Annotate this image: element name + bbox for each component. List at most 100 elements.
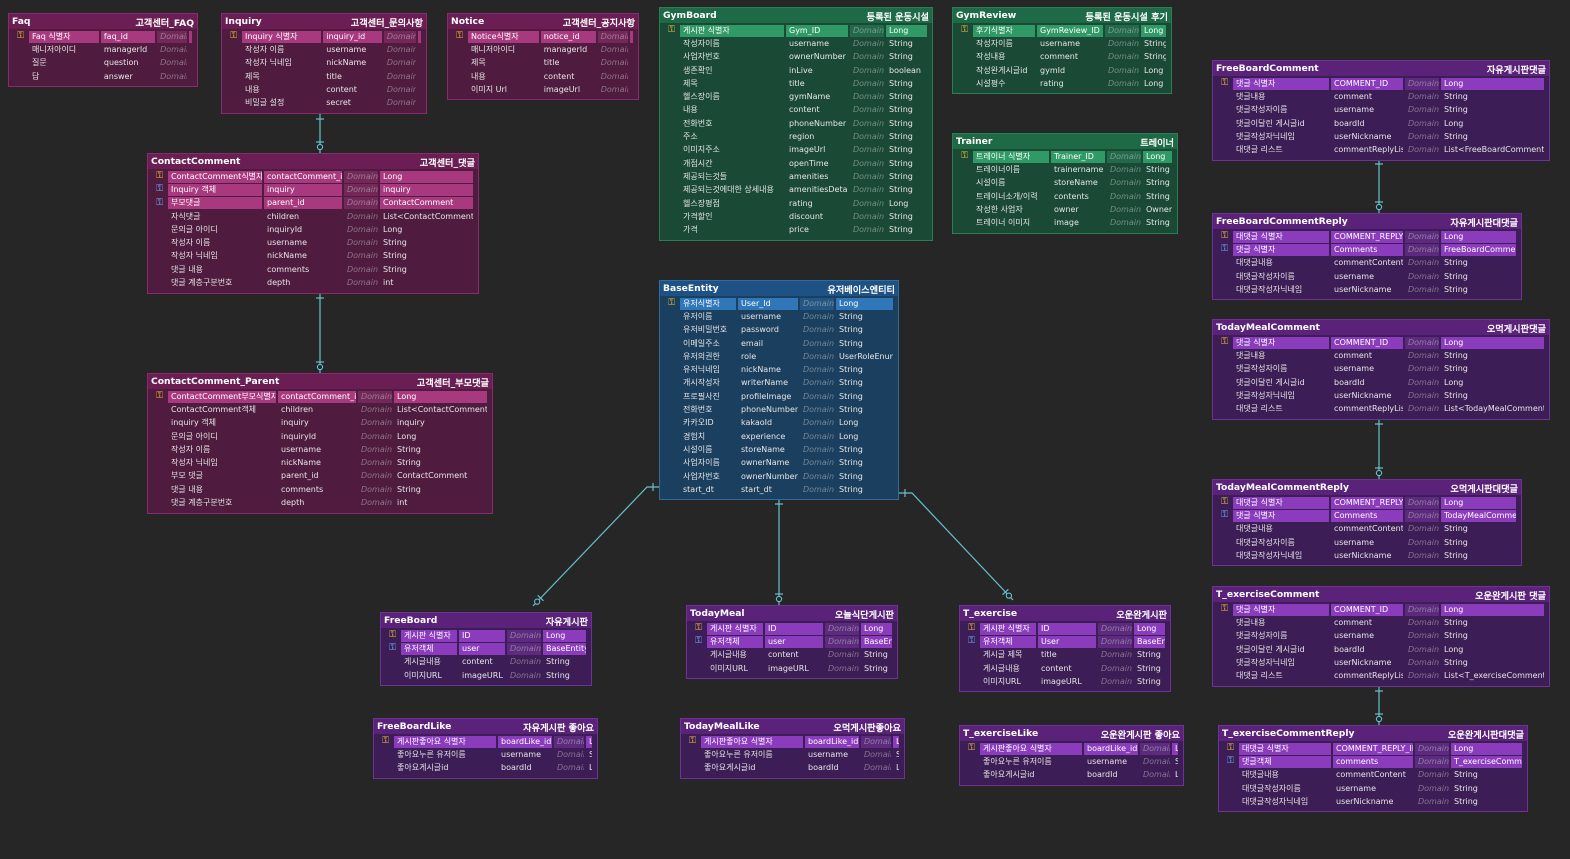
attribute-row[interactable]: ⚿ 게시판 식별자 ID Domain Long xyxy=(963,622,1167,635)
attribute-row[interactable]: 유저의권한 role Domain UserRoleEnum xyxy=(663,350,895,363)
entity-freeboardlike[interactable]: FreeBoardLike 자유게시판 좋아요 ⚿ 게시판좋아요 식별자 boardLi… xyxy=(373,718,598,779)
entity-notice[interactable]: Notice고객센터_공지사항⚿Notice식별자notice_idDomain… xyxy=(447,13,639,101)
attribute-row[interactable]: ⚿ 댓글 식별자 COMMENT_ID Domain Long xyxy=(1216,336,1546,349)
attribute-row[interactable]: 시설평수 rating Domain Long xyxy=(956,77,1168,90)
attribute-row[interactable]: 좋아요게시글id boardId Domain Long xyxy=(684,762,901,775)
entity-gymreview[interactable]: GymReview 등록된 운동시설 후기 ⚿ 후기식별자 GymReview_ID Do… xyxy=(952,7,1172,95)
attribute-row[interactable]: 댓글 내용 comments Domain String xyxy=(151,483,489,496)
entity-header[interactable]: TodayMealComment 오먹게시판댓글 xyxy=(1213,320,1549,335)
attribute-row[interactable]: 좋아요누른 유저이름 username Domain String xyxy=(684,748,901,761)
attribute-row[interactable]: ⚿ Notice식별자notice_idDomainLong xyxy=(451,30,635,43)
attribute-row[interactable]: 작성한 사업자 owner Domain Owner xyxy=(956,203,1174,216)
attribute-row[interactable]: 자식댓글 children Domain List<ContactComment> xyxy=(151,210,475,223)
attribute-row[interactable]: 댓글 계층구분번호 depth Domain int xyxy=(151,496,489,509)
entity-header[interactable]: T_exerciseComment 오운완게시판 댓글 xyxy=(1213,587,1549,602)
entity-header[interactable]: FreeBoardCommentReply 자유게시판대댓글 xyxy=(1213,214,1521,229)
attribute-row[interactable]: start_dt start_dt Domain String xyxy=(663,483,895,496)
attribute-row[interactable]: 유저비밀번호 password Domain String xyxy=(663,324,895,337)
attribute-row[interactable]: 제목titleDomainString xyxy=(451,57,635,70)
attribute-row[interactable]: 댓글이달린 게시글id boardId Domain Long xyxy=(1216,376,1546,389)
attribute-row[interactable]: 비밀글 설정 secret DomainBoolean xyxy=(225,96,423,109)
attribute-row[interactable]: 가격 price Domain String xyxy=(663,223,929,236)
attribute-row[interactable]: ⚿ 댓글 식별자 COMMENT_ID Domain Long xyxy=(1216,603,1546,616)
attribute-row[interactable]: 작성자이름 username Domain String xyxy=(663,37,929,50)
entity-todaymeallike[interactable]: TodayMealLike 오먹게시판좋아요 ⚿ 게시판좋아요 식별자 boardLik… xyxy=(680,718,905,779)
attribute-row[interactable]: 트레이너소개/이력 contents Domain String xyxy=(956,190,1174,203)
attribute-row[interactable]: 프로필사진 profileImage Domain String xyxy=(663,390,895,403)
entity-baseentity[interactable]: BaseEntity 유저베이스엔티티 ⚿ 유저식별자 User_Id Domain Lon… xyxy=(659,280,899,501)
attribute-row[interactable]: 댓글 내용 comments Domain String xyxy=(151,263,475,276)
attribute-row[interactable]: 대댓글작성자이름 username Domain String xyxy=(1216,270,1518,283)
attribute-row[interactable]: ⚿ Inquiry 식별자inquiry_idDomainLong xyxy=(225,30,423,43)
attribute-row[interactable]: 질문 question DomainString xyxy=(12,57,194,70)
entity-todaymealcomment[interactable]: TodayMealComment 오먹게시판댓글 ⚿ 댓글 식별자 COMMENT_ID… xyxy=(1212,319,1550,420)
attribute-row[interactable]: ⚿ 댓글 식별자 COMMENT_ID Domain Long xyxy=(1216,77,1546,90)
attribute-row[interactable]: 이미지URL imageURL Domain String xyxy=(690,662,894,675)
attribute-row[interactable]: 가격할인 discount Domain String xyxy=(663,210,929,223)
attribute-row[interactable]: 대댓글내용 commentContent Domain String xyxy=(1222,769,1524,782)
entity-header[interactable]: ContactComment 고객센터_댓글 xyxy=(148,154,478,169)
attribute-row[interactable]: 제목titleDomainString xyxy=(663,77,929,90)
attribute-row[interactable]: ⚿ 댓글객체commentsDomainT_exerciseComment xyxy=(1222,755,1524,768)
entity-gymboard[interactable]: GymBoard 등록된 운동시설 ⚿ 게시판 식별자 Gym_ID Domain Long… xyxy=(659,7,933,241)
attribute-row[interactable]: 시설이름 storeName Domain String xyxy=(663,443,895,456)
attribute-row[interactable]: 개점시간 openTime Domain String xyxy=(663,157,929,170)
entity-header[interactable]: Notice 고객센터_공지사항 xyxy=(448,14,638,29)
attribute-row[interactable]: 댓글작성자닉네임 userNickname Domain String xyxy=(1216,389,1546,402)
attribute-row[interactable]: 경험치 experience Domain Long xyxy=(663,430,895,443)
attribute-row[interactable]: 대댓글 리스트 commentReplyList Domain List<TodayM… xyxy=(1216,402,1546,415)
attribute-row[interactable]: 작성자 이름 username Domain String xyxy=(151,443,489,456)
attribute-row[interactable]: ⚿ 게시판 식별자 ID Domain Long xyxy=(384,629,588,642)
attribute-row[interactable]: 댓글작성자닉네임 userNickname Domain String xyxy=(1216,656,1546,669)
attribute-row[interactable]: ⚿ ContactComment부모식별자 contactComment_id Dom… xyxy=(151,390,489,403)
entity-texercise[interactable]: T_exercise 오운완게시판 ⚿ 게시판 식별자 ID Domain Long ⚿ 유저객… xyxy=(959,605,1171,693)
attribute-row[interactable]: 사업자번호 ownerNumber Domain String xyxy=(663,51,929,64)
attribute-row[interactable]: 댓글이달린 게시글id boardId Domain Long xyxy=(1216,643,1546,656)
attribute-row[interactable]: 댓글 계층구분번호 depth Domain int xyxy=(151,276,475,289)
attribute-row[interactable]: ⚿ Inquiry 객체 inquiry Domain inquiry xyxy=(151,183,475,196)
attribute-row[interactable]: ⚿ 부모댓글 parent_id Domain ContactComment xyxy=(151,197,475,210)
attribute-row[interactable]: 좋아요게시글id boardId Domain Long xyxy=(377,762,594,775)
attribute-row[interactable]: 댓글내용 comment Domain String xyxy=(1216,616,1546,629)
attribute-row[interactable]: 트레이너이름 trainername Domain String xyxy=(956,163,1174,176)
attribute-row[interactable]: 댓글내용 comment Domain String xyxy=(1216,90,1546,103)
attribute-row[interactable]: 카카오ID kakaoId Domain Long xyxy=(663,417,895,430)
attribute-row[interactable]: 댓글이달린 게시글id boardId Domain Long xyxy=(1216,117,1546,130)
attribute-row[interactable]: 게시글내용 content Domain String xyxy=(963,662,1167,675)
attribute-row[interactable]: ⚿ 댓글 식별자CommentsDomainTodayMealComment xyxy=(1216,509,1518,522)
attribute-row[interactable]: 이미지주소 imageUrl Domain String xyxy=(663,144,929,157)
attribute-row[interactable]: 전화번호 phoneNumber Domain String xyxy=(663,403,895,416)
attribute-row[interactable]: 대댓글작성자이름 username Domain String xyxy=(1222,782,1524,795)
attribute-row[interactable]: 내용 content DomainString xyxy=(225,83,423,96)
attribute-row[interactable]: ⚿ 유저식별자 User_Id Domain Long xyxy=(663,297,895,310)
attribute-row[interactable]: ContactComment객체 children Domain List<Conta… xyxy=(151,403,489,416)
attribute-row[interactable]: 대댓글작성자닉네임 userNickname Domain String xyxy=(1216,549,1518,562)
attribute-row[interactable]: 사업자이름 ownerName Domain String xyxy=(663,457,895,470)
attribute-row[interactable]: ⚿ 게시판좋아요 식별자boardLike_idDomainLong xyxy=(377,735,594,748)
attribute-row[interactable]: 개시작성자 writerName Domain String xyxy=(663,377,895,390)
attribute-row[interactable]: ⚿ 게시판좋아요 식별자boardLike_idDomainLong xyxy=(684,735,901,748)
attribute-row[interactable]: ⚿ 후기식별자 GymReview_ID Domain Long xyxy=(956,24,1168,37)
attribute-row[interactable]: 댓글작성자이름 username Domain String xyxy=(1216,363,1546,376)
attribute-row[interactable]: ⚿ 유저객체UserDomainBaseEntity xyxy=(963,635,1167,648)
entity-freeboardcommentreply[interactable]: FreeBoardCommentReply 자유게시판대댓글 ⚿ 대댓글 식별자 COM… xyxy=(1212,213,1522,301)
entity-header[interactable]: TodayMealLike 오먹게시판좋아요 xyxy=(681,719,904,734)
attribute-row[interactable]: 이미지 Url imageUrl DomainString xyxy=(451,83,635,96)
attribute-row[interactable]: ⚿ 댓글 식별자 Comments Domain FreeBoardComment xyxy=(1216,243,1518,256)
entity-header[interactable]: Trainer 트레이너 xyxy=(953,134,1177,149)
entity-texerciselike[interactable]: T_exerciseLike 오운완게시판 좋아요 ⚿ 게시판좋아요 식별자 board… xyxy=(959,725,1184,786)
attribute-row[interactable]: ⚿ 게시판좋아요 식별자boardLike_idDomainLong xyxy=(963,742,1180,755)
entity-header[interactable]: FreeBoardLike 자유게시판 좋아요 xyxy=(374,719,597,734)
attribute-row[interactable]: 답 answer DomainString xyxy=(12,70,194,83)
attribute-row[interactable]: 생존확인 inLive Domain boolean xyxy=(663,64,929,77)
attribute-row[interactable]: 댓글작성자닉네임 userNickname Domain String xyxy=(1216,130,1546,143)
attribute-row[interactable]: 작성내용 comment Domain String xyxy=(956,51,1168,64)
attribute-row[interactable]: 좋아요게시글id boardId Domain Long xyxy=(963,769,1180,782)
attribute-row[interactable]: ⚿ 유저객체userDomainBaseEntity xyxy=(384,642,588,655)
attribute-row[interactable]: 트레이너 이미지 image Domain String xyxy=(956,216,1174,229)
attribute-row[interactable]: ⚿ 유저객체userDomainBaseEntity xyxy=(690,635,894,648)
entity-header[interactable]: BaseEntity 유저베이스엔티티 xyxy=(660,281,898,296)
attribute-row[interactable]: 매니저아이디 managerId DomainLong xyxy=(451,43,635,56)
attribute-row[interactable]: 좋아요누른 유저이름 username Domain String xyxy=(377,748,594,761)
attribute-row[interactable]: ⚿ 트레이너 식별자 Trainer_ID Domain Long xyxy=(956,150,1174,163)
